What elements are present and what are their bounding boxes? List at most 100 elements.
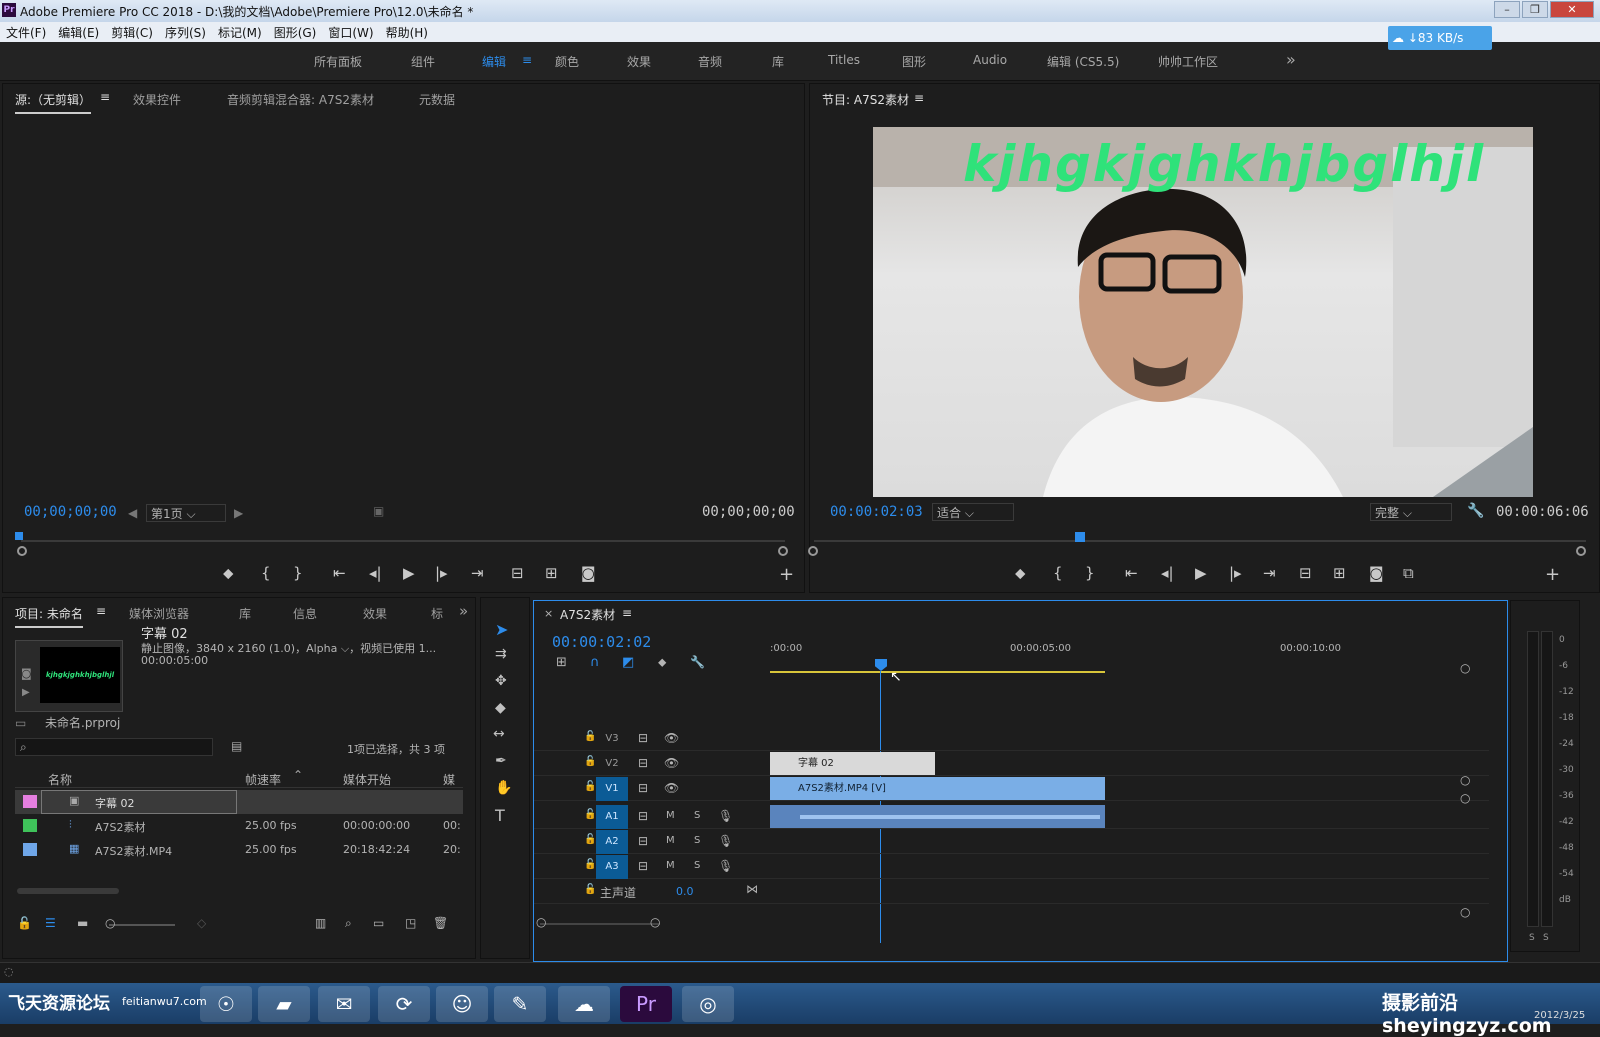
sync-icon[interactable]: ⊟ (638, 781, 648, 795)
label-color-swatch[interactable] (23, 843, 37, 856)
sync-icon[interactable]: ⊟ (638, 809, 648, 823)
col-media-extra[interactable]: 媒 (443, 771, 455, 788)
step-back-icon[interactable]: ◂| (1161, 564, 1174, 582)
menu-graphics[interactable]: 图形(G) (268, 22, 323, 43)
mark-in-icon[interactable]: { (1053, 564, 1063, 582)
tab-info[interactable]: 信息 (293, 605, 317, 622)
lock-icon[interactable]: 🔓 (584, 756, 596, 767)
close-tab-icon[interactable]: × (544, 607, 553, 620)
sync-icon[interactable]: ⊟ (638, 731, 648, 745)
lock-icon[interactable]: 🔓 (584, 834, 596, 845)
minimize-button[interactable]: – (1494, 1, 1520, 18)
trash-icon[interactable]: 🗑 (433, 916, 448, 930)
mark-in-icon[interactable]: { (261, 564, 271, 582)
timeline-timecode[interactable]: 00:00:02:02 (552, 633, 651, 651)
icon-view-icon[interactable]: ▬ (77, 916, 88, 930)
track-label[interactable]: A2 (596, 830, 628, 854)
taskbar-app-fish[interactable]: ◎ (682, 986, 734, 1022)
vscroll-audio-handle[interactable]: ○ (1460, 791, 1470, 805)
wrench-icon[interactable]: 🔧 (1467, 503, 1484, 519)
step-forward-icon[interactable]: |▸ (435, 564, 448, 582)
tab-audio-clip-mixer[interactable]: 音频剪辑混合器: A7S2素材 (227, 91, 374, 108)
prev-page-icon[interactable]: ◀ (128, 506, 137, 520)
workspace-menu-icon[interactable]: ≡ (522, 53, 532, 67)
go-to-in-icon[interactable]: ⇤ (333, 564, 346, 582)
slip-tool-icon[interactable]: ↔ (493, 726, 505, 742)
ripple-edit-tool-icon[interactable]: ✥ (495, 673, 507, 689)
project-scrollbar[interactable] (17, 888, 119, 894)
compare-icon[interactable]: ⧉ (1403, 564, 1414, 582)
table-row[interactable]: ▣ 字幕 02 (15, 790, 463, 814)
selection-tool-icon[interactable]: ➤ (495, 620, 508, 639)
workspace-color[interactable]: 颜色 (555, 53, 579, 70)
timeline-menu-icon[interactable]: ≡ (622, 606, 632, 620)
quality-select[interactable]: 完整 ⌵ (1370, 503, 1452, 521)
extract-icon[interactable]: ⊞ (1333, 564, 1346, 582)
sync-icon[interactable]: ⊟ (638, 859, 648, 873)
panel-overflow-icon[interactable]: » (459, 602, 468, 620)
workspace-audio[interactable]: 音频 (698, 53, 722, 70)
program-zoom-left[interactable] (808, 546, 818, 556)
play-icon[interactable]: ▶ (403, 564, 415, 582)
workspace-all-panels[interactable]: 所有面板 (314, 53, 362, 70)
lock-icon[interactable]: 🔓 (584, 781, 596, 792)
track-label[interactable]: V2 (596, 752, 628, 776)
workspace-editing-cs55[interactable]: 编辑 (CS5.5) (1047, 53, 1119, 70)
workspace-editing[interactable]: 编辑 (482, 53, 506, 70)
play-icon[interactable]: ▶ (1195, 564, 1207, 582)
eye-icon[interactable]: 👁 (664, 756, 679, 770)
workspace-audio-en[interactable]: Audio (973, 53, 1007, 67)
col-framerate[interactable]: 帧速率 (245, 771, 281, 788)
title-clip[interactable]: 字幕 02 (770, 752, 935, 775)
work-area-bar[interactable] (770, 671, 1105, 673)
overwrite-icon[interactable]: ⊞ (545, 564, 558, 582)
timeline-zoom-left[interactable]: ○ (536, 915, 546, 929)
eye-icon[interactable]: 👁 (664, 731, 679, 745)
menu-marker[interactable]: 标记(M) (212, 22, 268, 43)
taskbar-app-game[interactable]: ☺ (436, 986, 488, 1022)
menu-sequence[interactable]: 序列(S) (159, 22, 212, 43)
workspace-effects[interactable]: 效果 (627, 53, 651, 70)
program-menu-icon[interactable]: ≡ (914, 91, 924, 105)
solo-right-button[interactable]: S (1543, 933, 1549, 943)
automate-icon[interactable]: ▥ (315, 916, 326, 930)
sync-icon[interactable]: ⊟ (638, 834, 648, 848)
sync-icon[interactable]: ⊟ (638, 756, 648, 770)
lift-icon[interactable]: ⊟ (1299, 564, 1312, 582)
program-playhead[interactable] (1075, 532, 1085, 542)
track-label[interactable]: V3 (596, 727, 628, 751)
mute-button[interactable]: M (666, 835, 675, 846)
vscroll-bottom-handle[interactable]: ○ (1460, 905, 1470, 919)
microphone-icon[interactable]: 🎙 (718, 809, 733, 823)
nest-icon[interactable]: ⊞ (556, 655, 567, 670)
add-marker-icon[interactable]: ⬥ (1015, 564, 1026, 582)
solo-left-button[interactable]: S (1529, 933, 1535, 943)
track-label[interactable]: A1 (596, 805, 628, 829)
menu-help[interactable]: 帮助(H) (380, 22, 434, 43)
workspace-libraries[interactable]: 库 (772, 53, 784, 70)
tab-program[interactable]: 节目: A7S2素材 (822, 91, 909, 108)
video-clip[interactable]: A7S2素材.MP4 [V] (770, 777, 1105, 800)
sort-icon[interactable]: ◇ (197, 916, 206, 930)
col-media-start[interactable]: 媒体开始 (343, 771, 391, 788)
zoom-slider-handle[interactable]: ○ (105, 916, 115, 930)
workspace-titles[interactable]: Titles (828, 53, 860, 67)
taskbar-app-browser[interactable]: ☉ (200, 986, 252, 1022)
timeline-playhead-handle[interactable] (875, 659, 887, 671)
col-name[interactable]: 名称 (48, 771, 72, 788)
vscroll-video-handle[interactable]: ○ (1460, 773, 1470, 787)
taskbar-app-refresh[interactable]: ⟳ (378, 986, 430, 1022)
export-frame-icon[interactable]: ◙ (1369, 564, 1384, 582)
page-select[interactable]: 第1页 ⌵ (146, 504, 226, 522)
tab-sequence[interactable]: A7S2素材 (560, 606, 615, 623)
menu-window[interactable]: 窗口(W) (322, 22, 379, 43)
tab-markers[interactable]: 标 (431, 605, 443, 622)
new-bin-from-search-icon[interactable]: ▤ (231, 739, 242, 753)
vscroll-top-handle[interactable]: ○ (1460, 661, 1470, 675)
list-view-icon[interactable]: ☰ (45, 916, 56, 930)
panel-menu-icon[interactable]: ≡ (100, 90, 110, 104)
lock-icon[interactable]: 🔓 (584, 859, 596, 870)
audio-clip[interactable] (770, 805, 1105, 828)
go-to-out-icon[interactable]: ⇥ (1263, 564, 1276, 582)
button-editor-icon[interactable]: + (1545, 564, 1560, 585)
